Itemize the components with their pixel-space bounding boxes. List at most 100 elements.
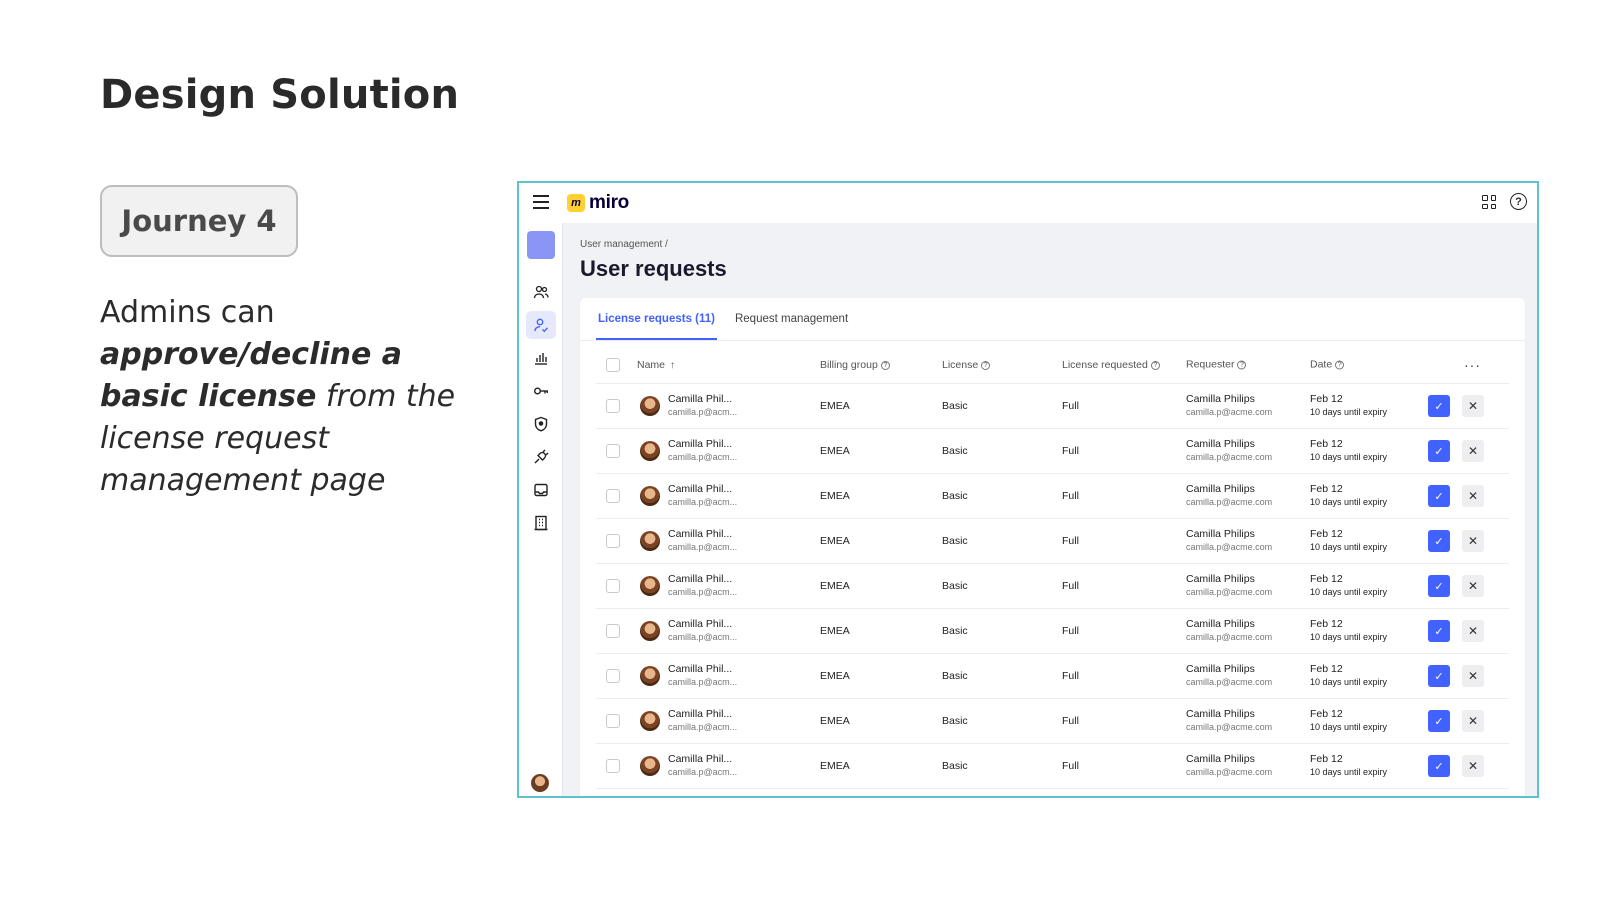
license-cell: Basic [942, 490, 968, 502]
row-checkbox[interactable] [606, 399, 620, 413]
row-checkbox[interactable] [606, 534, 620, 548]
column-license-requested[interactable]: License requested? [1062, 359, 1160, 371]
decline-button[interactable]: ✕ [1462, 575, 1484, 597]
miro-logo[interactable]: m miro [567, 192, 629, 214]
row-checkbox[interactable] [606, 624, 620, 638]
approve-button[interactable]: ✓ [1428, 395, 1450, 417]
requester-cell: Camilla Philips camilla.p@acme.com [1186, 753, 1272, 779]
column-billing-group[interactable]: Billing group? [820, 359, 890, 371]
user-name: Camilla Phil... [668, 663, 733, 675]
row-checkbox[interactable] [606, 444, 620, 458]
requester-name: Camilla Philips [1186, 438, 1255, 450]
user-name-cell: Camilla Phil... camilla.p@acm... [668, 663, 737, 689]
user-avatar[interactable] [531, 774, 549, 792]
row-checkbox[interactable] [606, 759, 620, 773]
billing-group-cell: EMEA [820, 670, 850, 682]
org-switcher[interactable] [527, 231, 555, 259]
approve-button[interactable]: ✓ [1428, 755, 1450, 777]
check-icon: ✓ [1434, 400, 1444, 413]
date-cell: Feb 12 10 days until expiry [1310, 483, 1387, 509]
description-lead: Admins can [100, 295, 275, 330]
requester-name: Camilla Philips [1186, 753, 1255, 765]
row-checkbox[interactable] [606, 714, 620, 728]
table-row[interactable]: Camilla Phil... camilla.p@acm... EMEA Ba… [596, 654, 1509, 699]
table-row[interactable]: Camilla Phil... camilla.p@acm... EMEA Ba… [596, 474, 1509, 519]
table-row[interactable]: Camilla Phil... camilla.p@acm... EMEA Ba… [596, 429, 1509, 474]
approve-button[interactable]: ✓ [1428, 530, 1450, 552]
plug-icon[interactable] [526, 443, 556, 471]
license-requested-cell: Full [1062, 535, 1079, 547]
approve-button[interactable]: ✓ [1428, 575, 1450, 597]
key-icon[interactable] [526, 377, 556, 405]
shield-icon[interactable] [526, 410, 556, 438]
decline-button[interactable]: ✕ [1462, 485, 1484, 507]
approve-button[interactable]: ✓ [1428, 440, 1450, 462]
check-icon: ✓ [1434, 445, 1444, 458]
row-checkbox[interactable] [606, 669, 620, 683]
approve-button[interactable]: ✓ [1428, 620, 1450, 642]
request-date: Feb 12 [1310, 573, 1343, 585]
requester-email: camilla.p@acme.com [1186, 452, 1273, 462]
license-cell: Basic [942, 715, 968, 727]
inbox-icon[interactable] [526, 476, 556, 504]
decline-button[interactable]: ✕ [1462, 440, 1484, 462]
table-row[interactable]: Camilla Phil... camilla.p@acm... EMEA Ba… [596, 564, 1509, 609]
expiry-note: 10 days until expiry [1310, 722, 1388, 732]
column-license[interactable]: License? [942, 359, 991, 371]
more-options-icon[interactable]: ··· [1464, 357, 1481, 373]
table-row[interactable]: Camilla Phil... camilla.p@acm... EMEA Ba… [596, 609, 1509, 654]
row-checkbox[interactable] [606, 579, 620, 593]
building-icon[interactable] [526, 509, 556, 537]
check-icon: ✓ [1434, 760, 1444, 773]
requester-email: camilla.p@acme.com [1186, 407, 1273, 417]
analytics-icon[interactable] [526, 344, 556, 372]
requester-name: Camilla Philips [1186, 483, 1255, 495]
requester-email: camilla.p@acme.com [1186, 587, 1273, 597]
billing-group-cell: EMEA [820, 580, 850, 592]
breadcrumb-user-management[interactable]: User management [580, 239, 662, 250]
users-icon[interactable] [526, 278, 556, 306]
help-icon[interactable]: ? [1510, 193, 1527, 210]
requests-card: License requests (11) Request management… [580, 298, 1525, 796]
table-row[interactable]: Camilla Phil... camilla.p@acm... EMEA Ba… [596, 384, 1509, 429]
date-cell: Feb 12 10 days until expiry [1310, 618, 1387, 644]
check-icon: ✓ [1434, 580, 1444, 593]
tab-request-management[interactable]: Request management [733, 298, 850, 340]
table-row[interactable]: Camilla Phil... camilla.p@acm... EMEA Ba… [596, 699, 1509, 744]
decline-button[interactable]: ✕ [1462, 665, 1484, 687]
table-row[interactable]: Camilla Phil... camilla.p@acm... EMEA Ba… [596, 744, 1509, 789]
decline-button[interactable]: ✕ [1462, 755, 1484, 777]
select-all-checkbox[interactable] [606, 357, 620, 372]
approve-button[interactable]: ✓ [1428, 710, 1450, 732]
user-email: camilla.p@acm... [668, 632, 738, 642]
decline-button[interactable]: ✕ [1462, 530, 1484, 552]
hamburger-menu-icon[interactable] [533, 195, 549, 209]
tab-license-requests[interactable]: License requests (11) [596, 298, 717, 340]
user-name: Camilla Phil... [668, 393, 733, 405]
row-checkbox[interactable] [606, 489, 620, 503]
decline-button[interactable]: ✕ [1462, 710, 1484, 732]
user-avatar [640, 666, 660, 686]
decline-button[interactable]: ✕ [1462, 620, 1484, 642]
approve-button[interactable]: ✓ [1428, 485, 1450, 507]
breadcrumb: User management / [580, 239, 668, 250]
user-email: camilla.p@acm... [668, 677, 738, 687]
column-name[interactable]: Name ↑ [637, 359, 675, 371]
table-row[interactable]: Camilla Phil... camilla.p@acm... EMEA Ba… [596, 519, 1509, 564]
top-bar: m miro ? [519, 183, 1537, 223]
user-name-cell: Camilla Phil... camilla.p@acm... [668, 483, 737, 509]
billing-group-cell: EMEA [820, 400, 850, 412]
license-requested-cell: Full [1062, 445, 1079, 457]
user-requests-icon[interactable] [526, 311, 556, 339]
decline-button[interactable]: ✕ [1462, 395, 1484, 417]
user-name-cell: Camilla Phil... camilla.p@acm... [668, 393, 737, 419]
billing-group-cell: EMEA [820, 490, 850, 502]
approve-button[interactable]: ✓ [1428, 665, 1450, 687]
user-name: Camilla Phil... [668, 618, 733, 630]
column-requester[interactable]: Requester? [1186, 358, 1247, 371]
apps-grid-icon[interactable] [1480, 193, 1498, 211]
requester-name: Camilla Philips [1186, 663, 1255, 675]
user-name-cell: Camilla Phil... camilla.p@acm... [668, 618, 737, 644]
column-date[interactable]: Date? [1310, 358, 1345, 371]
requester-cell: Camilla Philips camilla.p@acme.com [1186, 708, 1272, 734]
